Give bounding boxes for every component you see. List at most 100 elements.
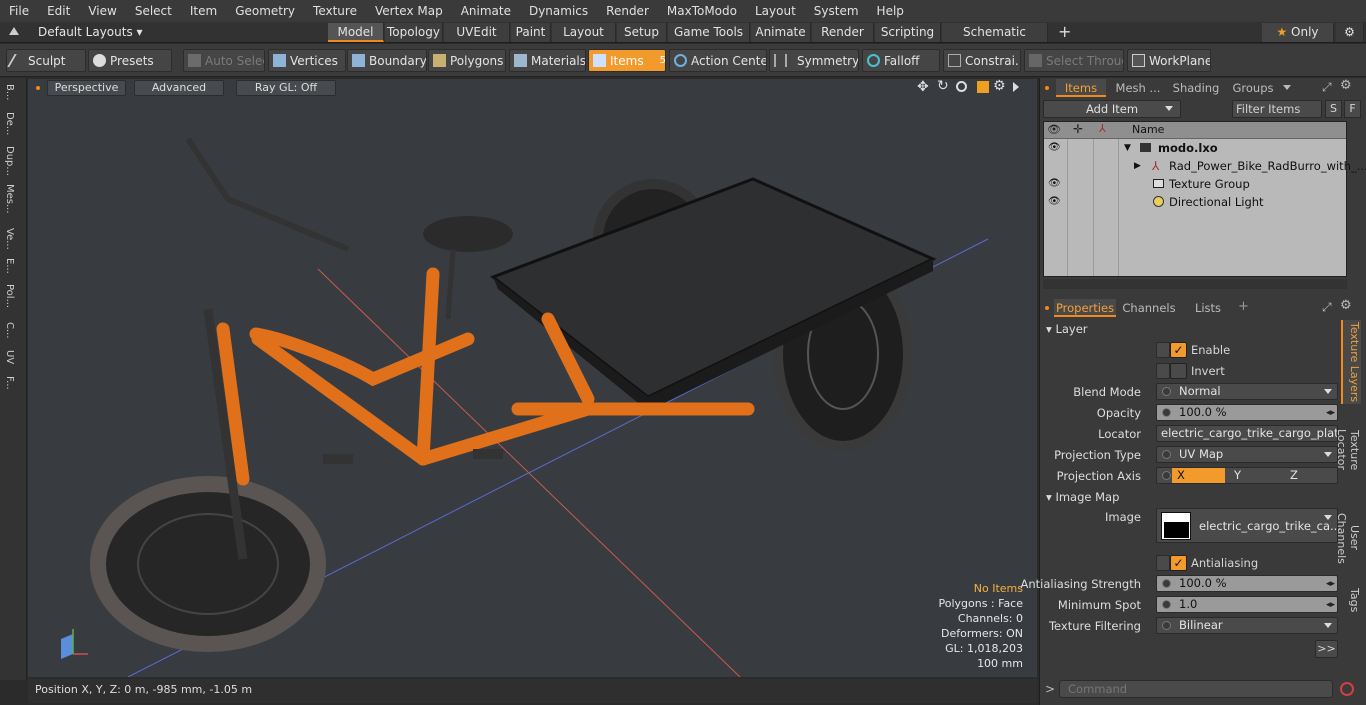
axis-y-button[interactable]: Y: [1229, 468, 1281, 483]
tab-properties[interactable]: Properties: [1054, 299, 1116, 317]
projection-type-select[interactable]: UV Map: [1156, 446, 1338, 463]
tree-row-directional-light[interactable]: 👁 Directional Light: [1044, 193, 1346, 211]
side-tab-user-channels[interactable]: User Channels: [1335, 500, 1361, 576]
tab-model[interactable]: Model: [328, 23, 384, 42]
raygl-button[interactable]: Ray GL: Off: [236, 80, 336, 96]
strip-tab-uv[interactable]: UV: [4, 350, 15, 364]
menu-select[interactable]: Select: [126, 0, 181, 22]
item-tree[interactable]: 👁 ✛ ⅄ Name 👁 ▼ modo.lxo ▶ ⅄ Rad_Power_Bi…: [1043, 121, 1366, 277]
f-button[interactable]: F: [1344, 100, 1361, 118]
min-spot-slider[interactable]: 1.0 ◂▸: [1156, 596, 1338, 613]
tab-channels[interactable]: Channels: [1121, 299, 1177, 317]
add-tab-icon[interactable]: +: [1058, 22, 1071, 41]
symmetry-button[interactable]: Symmetry: [769, 49, 859, 72]
advanced-button[interactable]: Advanced: [134, 80, 224, 96]
side-tab-texture-locator[interactable]: Texture Locator: [1335, 410, 1361, 490]
perspective-button[interactable]: Perspective: [47, 80, 126, 96]
aa-strength-slider[interactable]: 100.0 % ◂▸: [1156, 575, 1338, 592]
collapse-arrow-icon[interactable]: ▼: [1124, 139, 1131, 157]
tab-setup[interactable]: Setup: [617, 23, 667, 42]
falloff-button[interactable]: Falloff: [862, 49, 940, 72]
polygons-button[interactable]: Polygons: [428, 49, 506, 72]
image-map-section[interactable]: ▾ Image Map: [1046, 490, 1119, 504]
tree-row-texture-group[interactable]: 👁 Texture Group: [1044, 175, 1346, 193]
constraints-button[interactable]: Constrai...: [943, 49, 1021, 72]
zoom-icon[interactable]: [956, 81, 967, 92]
tab-layout[interactable]: Layout: [552, 23, 616, 42]
strip-tab-fusion[interactable]: F...: [4, 376, 15, 390]
tree-row-mesh[interactable]: ▶ ⅄ Rad_Power_Bike_RadBurro_with_...: [1044, 157, 1366, 175]
menu-dynamics[interactable]: Dynamics: [520, 0, 597, 22]
add-item-button[interactable]: Add Item: [1043, 100, 1181, 118]
presets-button[interactable]: Presets: [88, 49, 172, 72]
command-input[interactable]: [1059, 680, 1333, 698]
strip-tab-basic[interactable]: B...: [4, 84, 15, 100]
tab-game-tools[interactable]: Game Tools: [668, 23, 750, 42]
menu-animate[interactable]: Animate: [452, 0, 520, 22]
visibility-eye-icon[interactable]: 👁: [1048, 178, 1061, 190]
menu-system[interactable]: System: [805, 0, 868, 22]
tab-animate[interactable]: Animate: [751, 23, 811, 42]
props-settings-icon[interactable]: ⚙: [1340, 298, 1352, 313]
s-button[interactable]: S: [1325, 100, 1342, 118]
menu-render[interactable]: Render: [597, 0, 658, 22]
select-through-button[interactable]: Select Through: [1024, 49, 1124, 72]
strip-tab-edge[interactable]: E...: [4, 258, 15, 274]
locator-select[interactable]: electric_cargo_trike_cargo_plat...: [1156, 425, 1338, 442]
auto-select-button[interactable]: Auto Select: [183, 49, 265, 72]
invert-checkbox[interactable]: [1170, 363, 1187, 379]
image-select[interactable]: electric_cargo_trike_ca...: [1156, 508, 1341, 543]
menu-vertex-map[interactable]: Vertex Map: [366, 0, 452, 22]
visibility-eye-icon[interactable]: 👁: [1048, 142, 1061, 154]
tab-scripting[interactable]: Scripting: [875, 23, 941, 42]
viewport-dot-icon[interactable]: [36, 86, 40, 90]
tab-mesh[interactable]: Mesh ...: [1110, 79, 1166, 97]
side-tab-tags[interactable]: Tags: [1341, 584, 1361, 616]
layer-section[interactable]: ▾ Layer: [1046, 322, 1088, 336]
enable-checkbox[interactable]: ✓: [1170, 342, 1187, 358]
strip-tab-mesh-edit[interactable]: Mes...: [4, 184, 15, 214]
tab-uvedit[interactable]: UVEdit: [444, 23, 510, 42]
tabs-dropdown-icon[interactable]: [1283, 85, 1291, 90]
record-icon[interactable]: [1340, 682, 1354, 696]
settings-icon[interactable]: ⚙: [993, 78, 1006, 94]
tree-row-scene[interactable]: 👁 ▼ modo.lxo: [1044, 139, 1346, 157]
more-button[interactable]: >>: [1315, 640, 1338, 658]
axis-z-button[interactable]: Z: [1285, 468, 1337, 483]
menu-edit[interactable]: Edit: [38, 0, 79, 22]
menu-geometry[interactable]: Geometry: [226, 0, 304, 22]
strip-tab-vertex[interactable]: Ve...: [4, 228, 15, 250]
menu-layout[interactable]: Layout: [746, 0, 805, 22]
layout-selector[interactable]: Default Layouts ▾: [38, 24, 143, 41]
texture-filtering-select[interactable]: Bilinear: [1156, 617, 1338, 634]
vertices-button[interactable]: Vertices 1: [268, 49, 346, 72]
only-toggle[interactable]: ★ Only: [1262, 23, 1334, 42]
tree-scrollbar[interactable]: [1043, 279, 1347, 289]
action-center-button[interactable]: Action Center: [669, 49, 767, 72]
strip-tab-deform[interactable]: De...: [4, 112, 15, 135]
materials-button[interactable]: Materials: [509, 49, 586, 72]
filter-items-input[interactable]: Filter Items: [1232, 100, 1322, 118]
tab-schematic-fusion[interactable]: Schematic Fusion: [942, 23, 1048, 58]
tab-shading[interactable]: Shading: [1170, 79, 1222, 97]
menu-texture[interactable]: Texture: [304, 0, 366, 22]
expand-arrow-icon[interactable]: [1013, 82, 1019, 92]
visibility-eye-icon[interactable]: 👁: [1048, 196, 1061, 208]
panel-expand-icon[interactable]: ⤢: [1322, 80, 1332, 95]
workplane-button[interactable]: WorkPlane: [1127, 49, 1211, 72]
menu-item[interactable]: Item: [181, 0, 226, 22]
tab-options-button[interactable]: ⚙: [1336, 23, 1364, 42]
side-tab-texture-layers[interactable]: Texture Layers: [1341, 320, 1361, 404]
strip-tab-duplicate[interactable]: Dup...: [4, 146, 15, 176]
opacity-slider[interactable]: 100.0 % ◂▸: [1156, 404, 1338, 421]
blend-mode-select[interactable]: Normal: [1156, 383, 1338, 400]
menu-maxtomodo[interactable]: MaxToModo: [658, 0, 746, 22]
props-expand-icon[interactable]: ⤢: [1322, 300, 1332, 315]
strip-tab-curve[interactable]: C...: [4, 322, 15, 339]
strip-tab-polygon[interactable]: Pol...: [4, 284, 15, 308]
items-button[interactable]: Items 5: [588, 49, 666, 72]
menu-file[interactable]: File: [0, 0, 38, 22]
maximize-icon[interactable]: [977, 81, 989, 93]
expand-arrow-icon[interactable]: ▶: [1134, 157, 1141, 175]
pan-icon[interactable]: ✥: [917, 79, 929, 95]
